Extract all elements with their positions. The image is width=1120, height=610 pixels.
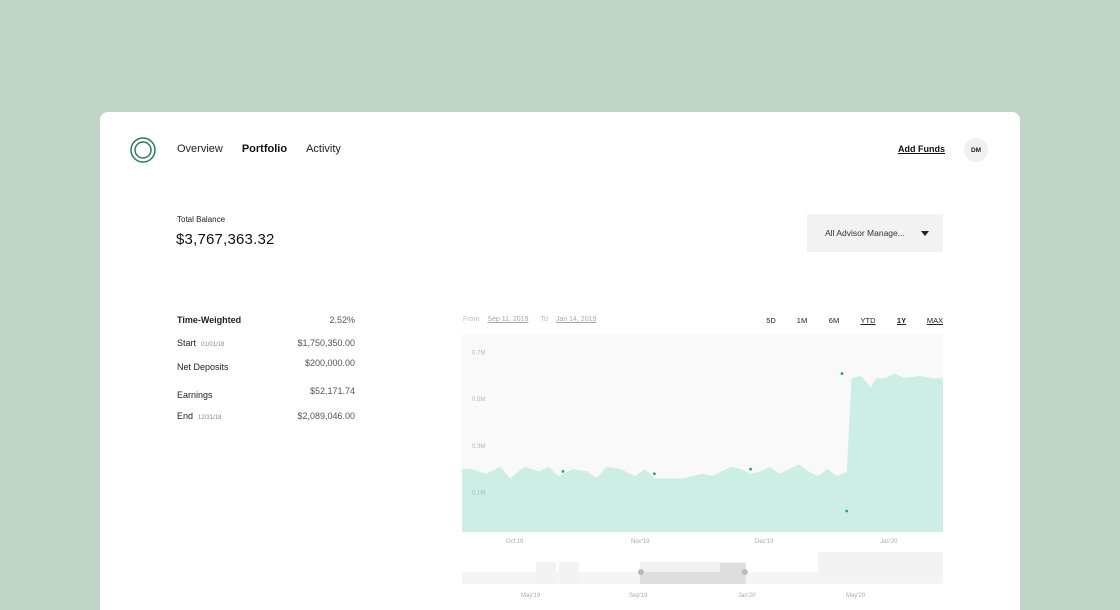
caret-down-icon [921,231,929,236]
total-balance-value: $3,767,363.32 [176,231,275,248]
period-1y[interactable]: 1Y [890,316,913,325]
stat-label: End 12/31/18 [177,411,222,421]
stat-row-start: Start 01/01/18 $1,750,350.00 [177,338,355,350]
stat-label: Net Deposits [177,362,229,372]
brush-overview-bar [559,562,579,584]
data-point-marker [561,470,565,473]
brush-overview-bar [536,562,556,584]
stat-value: $52,171.74 [309,386,355,396]
range-to-label: To [540,316,548,323]
period-max[interactable]: MAX [913,316,957,325]
y-tick-label: 0.7M [472,351,485,357]
y-tick-label: 0.1M [472,490,485,496]
brush-tick-label: May'19 [521,593,541,599]
brush-tick-label: Jan'20 [738,593,756,599]
stat-value: $200,000.00 [304,358,355,368]
top-nav: Overview Portfolio Activity [177,143,360,155]
stat-date: 12/31/18 [198,415,222,421]
y-tick-label: 0.3M [472,444,485,450]
brush-handle-right-icon [741,569,748,575]
range-to-input[interactable]: Jan 14, 2019 [556,316,596,323]
nav-portfolio[interactable]: Portfolio [242,143,287,155]
avatar[interactable]: DM [964,138,988,162]
brush-handle-left-icon [637,569,644,575]
range-from-label: From [463,316,480,323]
stat-row-end: End 12/31/18 $2,089,046.00 [177,411,355,423]
x-tick-label: Jan'20 [880,539,898,545]
stat-value: $2,089,046.00 [297,411,355,421]
stat-label: Earnings [177,390,213,400]
x-tick-label: Oct'19 [506,539,524,545]
stat-label: Time-Weighted [177,315,242,325]
stat-value: $1,750,350.00 [297,338,355,348]
range-from-input[interactable]: Sep 11, 2019 [487,316,528,323]
data-point-marker [840,372,844,375]
portfolio-area-chart[interactable]: 0.7M 0.5M 0.3M 0.1M [462,334,943,532]
stat-row-time-weighted: Time-Weighted 2.52% [177,315,355,327]
y-tick-label: 0.5M [472,397,485,403]
stat-date: 01/01/18 [201,342,225,348]
add-funds-link[interactable]: Add Funds [898,144,945,154]
total-balance-label: Total Balance [177,215,226,224]
period-5d[interactable]: 5D [760,316,782,325]
x-tick-label: Dec'19 [755,539,774,545]
brush-tick-label: May'20 [846,593,866,599]
data-point-marker [653,472,656,476]
nav-overview[interactable]: Overview [177,143,223,155]
account-select-value: All Advisor Manage... [825,228,905,238]
period-6m[interactable]: 6M [822,316,846,325]
account-select[interactable]: All Advisor Manage... [807,214,943,252]
period-selector: 5D 1M 6M YTD 1Y MAX [760,316,957,325]
stat-label: Start 01/01/18 [177,338,225,348]
period-1m[interactable]: 1M [782,316,822,325]
date-range: From Sep 11, 2019 To Jan 14, 2019 [463,316,608,323]
x-tick-label: Nov'19 [631,539,650,545]
brush-tick-label: Sep'19 [629,593,648,599]
brand-logo-icon[interactable] [130,137,156,163]
range-brush[interactable] [462,552,943,584]
main-card: Overview Portfolio Activity Add Funds DM… [100,112,1020,610]
stat-row-net-deposits: Net Deposits $200,000.00 [177,358,355,372]
nav-activity[interactable]: Activity [306,143,341,155]
stat-row-earnings: Earnings $52,171.74 [177,386,355,400]
performance-stats: Time-Weighted 2.52% Start 01/01/18 $1,750… [177,315,355,421]
data-point-marker [845,509,849,513]
stat-value: 2.52% [329,315,355,325]
data-point-marker [749,467,752,471]
period-ytd[interactable]: YTD [846,316,890,325]
brush-overview-bar [818,552,943,577]
